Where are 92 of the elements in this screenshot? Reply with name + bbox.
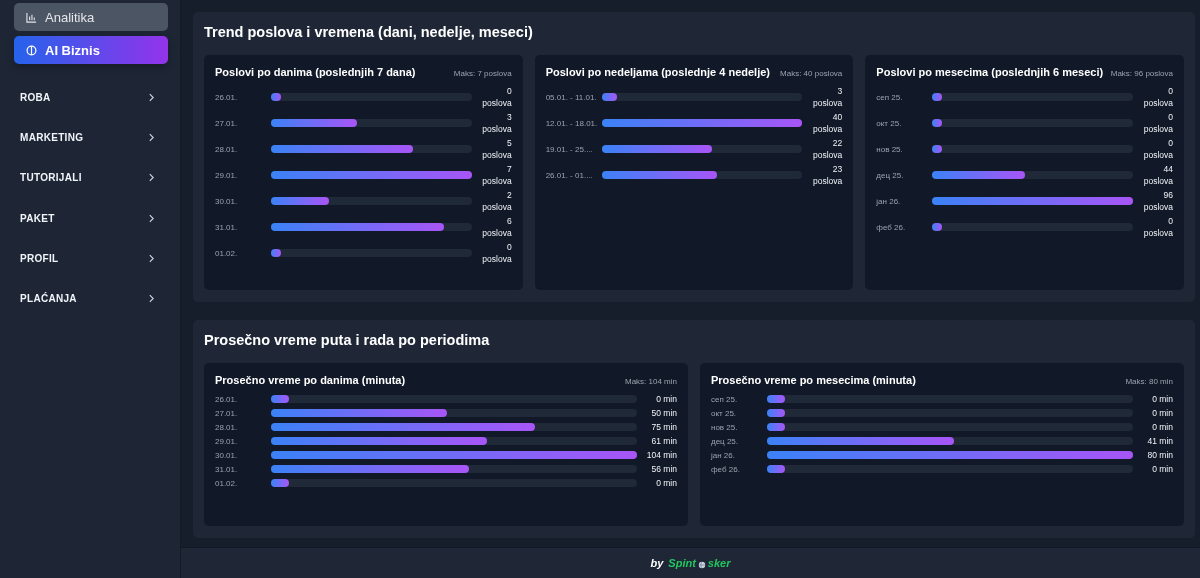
card-title: Prosečno vreme po mesecima (minuta) [711,374,916,386]
row-value: 3 poslova [481,111,512,135]
card-title: Prosečno vreme po danima (minuta) [215,374,406,386]
row-value: 5 poslova [481,137,512,161]
sidebar-item[interactable]: PAKET [14,197,168,239]
chevron-right-icon [149,213,154,223]
sidebar-item[interactable]: PROFIL [14,238,168,279]
row-value: 96 poslova [1142,189,1173,213]
row-value: 0 poslova [481,241,512,265]
row-label: 29.01. [215,169,239,181]
row-value: 56 min [650,463,677,475]
row-value: 3 poslova [812,85,843,109]
row-label: 26.01. - 01.... [545,169,594,181]
row-label: 30.01. [215,195,239,207]
row-value: 75 min [650,421,677,433]
row-label: 26.01. [215,393,239,405]
row-value: 0 min [1151,421,1173,433]
nav-button[interactable]: Analitika [14,3,168,31]
row-label: 05.01. - 11.01. [545,91,598,103]
chevron-right-icon [149,132,154,142]
row-label: окт 25. [876,117,903,129]
chevron-right-icon [149,294,154,304]
row-value: 0 poslova [1142,85,1173,109]
row-value: 104 min [645,449,677,461]
sidebar-item[interactable]: PLAĆANJA [14,278,168,319]
max-label: Maks: 80 min [1125,377,1173,386]
row-label: 28.01. [215,143,239,155]
row-value: 0 min [1151,463,1173,475]
row-value: 0 min [1151,393,1173,405]
footer-by: by [650,557,664,569]
row-label: 31.01. [215,221,239,233]
chevron-right-icon [149,92,154,102]
row-label: феб 26. [876,221,907,233]
row-value: 0 poslova [481,85,512,109]
row-value: 0 min [655,393,677,405]
row-label: 29.01. [215,435,239,447]
row-value: 41 min [1146,435,1173,447]
row-label: 27.01. [215,117,239,129]
row-label: 27.01. [215,407,239,419]
row-value: 44 poslova [1142,163,1173,187]
row-label: феб 26. [711,463,741,475]
row-label: 30.01. [215,449,239,461]
row-label: јан 26. [711,449,736,461]
row-value: 0 min [1151,407,1173,419]
brand-text: Spint [668,557,696,569]
max-label: Maks: 40 poslova [780,69,843,78]
row-label: дец 25. [876,169,905,181]
row-value: 40 poslova [812,111,843,135]
row-value: 61 min [650,435,677,447]
max-label: Maks: 7 poslova [453,69,512,78]
card-title: Poslovi po mesecima (poslednjih 6 meseci) [876,66,1104,78]
row-value: 2 poslova [481,189,512,213]
row-value: 0 poslova [1142,215,1173,239]
row-value: 7 poslova [481,163,512,187]
row-value: 0 min [655,477,677,489]
row-label: 31.01. [215,463,239,475]
chevron-right-icon [149,253,154,263]
globe-icon [697,560,706,569]
section-title: Trend poslova i vremena (dani, nedelje, meseci) [204,24,534,40]
row-label: 12.01. - 18.01. [545,117,599,129]
row-label: дец 25. [711,435,740,447]
max-label: Maks: 96 poslova [1110,69,1173,78]
sidebar-item[interactable]: ROBA [14,77,168,118]
row-label: 01.02. [215,247,239,259]
row-value: 22 poslova [812,137,843,161]
row-label: 26.01. [215,91,239,103]
row-value: 6 poslova [481,215,512,239]
chevron-right-icon [149,173,154,183]
row-value: 80 min [1146,449,1173,461]
brand-text: sker [707,557,731,569]
card-title: Poslovi po danima (poslednjih 7 dana) [215,66,416,78]
row-label: сеп 25. [876,91,904,103]
row-label: 19.01. - 25.... [545,143,594,155]
max-label: Maks: 104 min [624,377,677,386]
sidebar-item[interactable]: MARKETING [14,117,168,158]
row-value: 0 poslova [1142,137,1173,161]
sidebar-item[interactable]: TUTORIJALI [14,157,168,198]
circle-icon [26,44,37,56]
section-title: Prosečno vreme puta i rada po periodima [204,332,491,348]
row-label: окт 25. [711,407,738,419]
card-title: Poslovi po nedeljama (poslednje 4 nedelje) [545,66,770,78]
row-label: нов 25. [711,421,739,433]
row-value: 0 poslova [1142,111,1173,135]
row-value: 23 poslova [812,163,843,187]
row-label: нов 25. [876,143,904,155]
row-label: јан 26. [876,195,902,207]
row-label: сеп 25. [711,393,739,405]
row-label: 28.01. [215,421,239,433]
bar-chart-icon [26,11,37,23]
row-label: 01.02. [215,477,239,489]
nav-button[interactable]: AI Biznis [14,36,168,64]
row-value: 50 min [650,407,677,419]
